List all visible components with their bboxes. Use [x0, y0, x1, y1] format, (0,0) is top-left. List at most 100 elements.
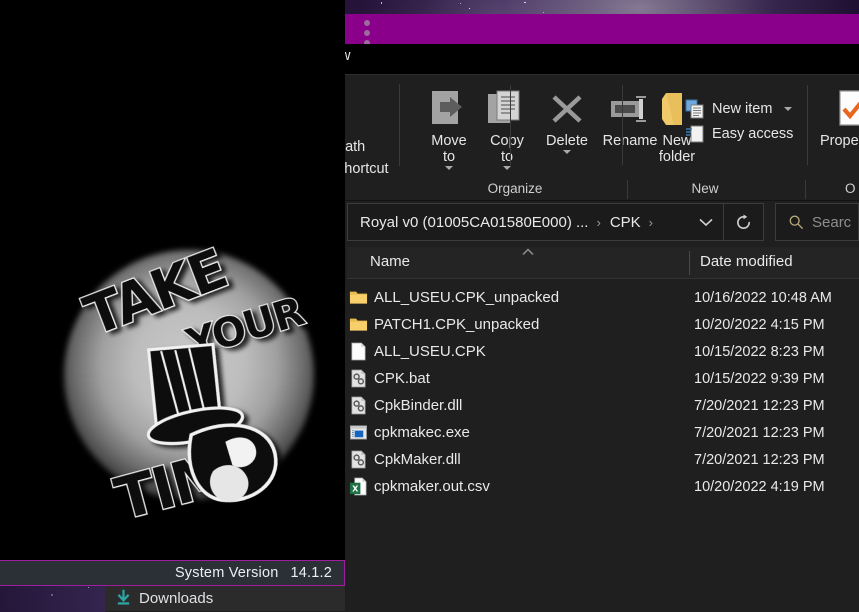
column-header-row: Name Date modified [347, 247, 859, 279]
chevron-down-icon[interactable] [563, 150, 571, 154]
logo-artwork: TAKE YOUR TIME [75, 236, 310, 528]
breadcrumb-item-cpk[interactable]: CPK [608, 214, 643, 231]
take-your-time-logo: TAKE YOUR TIME [42, 228, 314, 528]
left-black-panel: TAKE YOUR TIME [0, 0, 345, 560]
column-header-name[interactable]: Name [370, 253, 410, 270]
ribbon-group-bar: Organize New O [345, 179, 859, 201]
table-row[interactable]: ALL_USEU.CPK_unpacked 10/16/2022 10:48 A… [347, 284, 859, 311]
delete-x-icon [552, 95, 582, 123]
paste-shortcut-label[interactable]: shortcut [345, 161, 389, 177]
breadcrumb-separator: › [596, 214, 601, 230]
system-version-bar: System Version 14.1.2 [0, 560, 345, 586]
column-header-date-modified[interactable]: Date modified [700, 253, 793, 270]
address-bar[interactable]: Royal v0 (01005CA01580E000) ... › CPK › [347, 203, 764, 241]
file-name: CpkMaker.dll [374, 451, 461, 468]
address-bar-row: Royal v0 (01005CA01580E000) ... › CPK › … [345, 203, 859, 243]
tab-view[interactable]: w [345, 48, 350, 64]
chevron-down-icon[interactable] [784, 107, 793, 111]
svg-text:X: X [352, 484, 359, 493]
copy-to-icon [488, 90, 520, 123]
file-name: CPK.bat [374, 370, 430, 387]
file-date-modified: 10/20/2022 4:19 PM [694, 478, 825, 495]
copy-path-label[interactable]: path [345, 139, 365, 155]
file-date-modified: 7/20/2021 12:23 PM [694, 451, 825, 468]
file-name: ALL_USEU.CPK_unpacked [374, 289, 560, 306]
file-name: CpkBinder.dll [374, 397, 463, 414]
rename-icon [611, 96, 646, 122]
move-to-label: Move to [431, 133, 467, 165]
file-name: PATCH1.CPK_unpacked [374, 316, 540, 333]
folder-icon [349, 318, 368, 331]
file-explorer-window: w path shortcut Moveto [345, 14, 859, 612]
folder-icon [349, 291, 368, 304]
ribbon-toolbar: path shortcut Moveto Copyto [345, 74, 859, 179]
new-item-icon [685, 99, 704, 119]
file-date-modified: 7/20/2021 12:23 PM [694, 424, 825, 441]
explorer-sidebar-fragment: Downloads Music [105, 586, 345, 612]
group-label-organize: Organize [487, 181, 543, 196]
sidebar-item-label: Downloads [139, 590, 214, 607]
file-date-modified: 10/20/2022 4:15 PM [694, 316, 825, 333]
application-icon [349, 425, 368, 440]
search-icon [789, 215, 803, 229]
ribbon-divider [510, 85, 511, 165]
gear-file-icon [351, 450, 366, 469]
sidebar-item-downloads[interactable]: Downloads [105, 586, 345, 611]
easy-access-icon [686, 125, 704, 143]
table-row[interactable]: ALL_USEU.CPK 10/15/2022 8:23 PM [347, 338, 859, 365]
easy-access-label: Easy access [712, 126, 794, 142]
chevron-down-icon[interactable] [689, 204, 723, 240]
column-divider[interactable] [689, 251, 690, 275]
table-row[interactable]: cpkmakec.exe 7/20/2021 12:23 PM [347, 419, 859, 446]
file-date-modified: 10/16/2022 10:48 AM [694, 289, 832, 306]
delete-label: Delete [546, 133, 588, 149]
move-to-icon [432, 91, 462, 124]
table-row[interactable]: CpkMaker.dll 7/20/2021 12:23 PM [347, 446, 859, 473]
table-row[interactable]: X cpkmaker.out.csv 10/20/2022 4:19 PM [347, 473, 859, 500]
group-label-new: New [691, 181, 719, 196]
file-date-modified: 10/15/2022 9:39 PM [694, 370, 825, 387]
easy-access-button[interactable]: Easy access [685, 124, 793, 144]
chevron-down-icon[interactable] [503, 166, 511, 170]
blank-file-icon [351, 342, 366, 361]
delete-button[interactable]: Delete [538, 89, 596, 154]
menu-bar: w [345, 44, 859, 74]
group-divider [805, 180, 806, 199]
group-label-open: O [845, 181, 856, 196]
properties-button[interactable]: Properties [816, 89, 859, 149]
properties-icon [839, 90, 859, 126]
move-to-button[interactable]: Move to [420, 89, 478, 170]
file-name: cpkmaker.out.csv [374, 478, 490, 495]
copy-to-button[interactable]: Copy to [478, 89, 536, 170]
breadcrumb-item-royal[interactable]: Royal v0 (01005CA01580E000) ... [358, 214, 590, 231]
download-icon [117, 589, 130, 605]
refresh-icon[interactable] [723, 204, 763, 240]
breadcrumb: Royal v0 (01005CA01580E000) ... › CPK › [348, 214, 689, 231]
window-title-bar[interactable] [345, 14, 859, 46]
file-name: ALL_USEU.CPK [374, 343, 486, 360]
system-version-value: 14.1.2 [290, 565, 332, 581]
ribbon-divider [807, 85, 808, 165]
chevron-down-icon[interactable] [445, 166, 453, 170]
table-row[interactable]: PATCH1.CPK_unpacked 10/20/2022 4:15 PM [347, 311, 859, 338]
file-name: cpkmakec.exe [374, 424, 470, 441]
excel-csv-icon: X [349, 477, 367, 496]
group-divider [627, 180, 628, 199]
copy-to-label: Copy to [490, 133, 524, 165]
file-date-modified: 10/15/2022 8:23 PM [694, 343, 825, 360]
table-row[interactable]: CpkBinder.dll 7/20/2021 12:23 PM [347, 392, 859, 419]
search-placeholder: Searc [812, 213, 852, 231]
properties-label: Properties [819, 133, 859, 149]
system-version-label: System Version [174, 565, 279, 581]
file-date-modified: 7/20/2021 12:23 PM [694, 397, 825, 414]
sort-ascending-icon [522, 248, 534, 256]
gear-file-icon [351, 396, 366, 415]
new-item-label: New item [712, 101, 773, 117]
new-item-button[interactable]: New item [685, 99, 793, 119]
file-list: ALL_USEU.CPK_unpacked 10/16/2022 10:48 A… [347, 284, 859, 584]
table-row[interactable]: CPK.bat 10/15/2022 9:39 PM [347, 365, 859, 392]
ribbon-divider [399, 84, 400, 166]
gear-file-icon [351, 369, 366, 388]
ribbon-divider [622, 85, 623, 165]
search-input[interactable]: Searc [775, 203, 859, 241]
